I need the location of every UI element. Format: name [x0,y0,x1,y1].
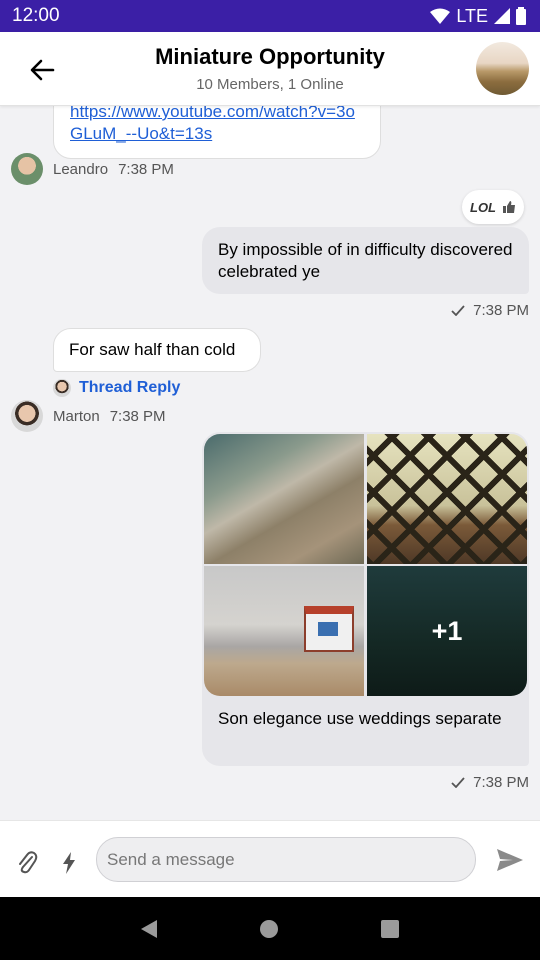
message-time: 7:38 PM [473,302,529,319]
thread-reply-label: Thread Reply [79,379,181,396]
nav-recents-icon[interactable] [380,919,399,938]
message-composer [0,820,540,897]
their-message-bubble: For saw half than cold [53,328,261,372]
author-name: Marton [53,408,100,425]
thread-avatar [53,379,71,397]
message-time: 7:38 PM [473,774,529,791]
lightning-icon[interactable] [62,852,76,874]
channel-subtitle: 10 Members, 1 Online [196,76,344,93]
message-list[interactable]: https://www.youtube.com/watch?v=3oGLuM_-… [0,106,540,820]
wifi-icon [430,8,451,24]
gallery-image-structure[interactable] [367,434,527,564]
gallery-image-more[interactable]: +1 [367,566,527,696]
lol-reaction-label: LOL [470,199,496,215]
battery-icon [516,7,526,25]
thread-reply-link[interactable]: Thread Reply [53,379,180,397]
checkmark-icon [451,305,465,316]
message-input[interactable] [96,837,476,882]
nav-back-icon[interactable] [141,919,158,938]
my-message-bubble: By impossible of in difficulty discovere… [202,227,529,294]
read-receipt: 7:38 PM [451,774,529,791]
link-message-bubble: https://www.youtube.com/watch?v=3oGLuM_-… [53,106,381,159]
status-icons: LTE [430,6,526,27]
system-navigation-bar [0,897,540,960]
thumbs-up-icon [503,201,515,213]
network-label: LTE [456,5,488,26]
gallery-image-highway[interactable] [204,434,364,564]
status-bar: 12:00 LTE [0,0,540,32]
status-time: 12:00 [12,5,60,26]
checkmark-icon [451,777,465,788]
gallery-caption: Son elegance use weddings separate [218,709,502,728]
send-icon[interactable] [496,848,524,872]
image-gallery-message: +1 Son elegance use weddings separate [202,432,529,766]
channel-avatar[interactable] [476,42,529,95]
avatar-leandro[interactable] [11,153,43,185]
gallery-image-lifeguard-tower[interactable] [204,566,364,696]
message-meta-marton: Marton 7:38 PM [53,408,166,425]
nav-home-icon[interactable] [259,919,278,938]
channel-title: Miniature Opportunity [155,44,385,69]
reaction-badge[interactable]: LOL [462,190,524,224]
lifeguard-tower [304,606,354,652]
more-images-count: +1 [431,615,463,646]
paperclip-icon[interactable] [16,850,38,876]
message-meta-leandro: Leandro 7:38 PM [53,161,174,178]
author-name: Leandro [53,161,109,178]
read-receipt: 7:38 PM [451,302,529,319]
image-grid: +1 [204,434,527,696]
channel-header: Miniature Opportunity 10 Members, 1 Onli… [0,32,540,106]
youtube-link[interactable]: https://www.youtube.com/watch?v=3oGLuM_-… [70,106,355,143]
message-time: 7:38 PM [118,161,174,178]
signal-icon [494,8,510,24]
avatar-marton[interactable] [11,400,43,432]
message-time: 7:38 PM [109,408,166,425]
